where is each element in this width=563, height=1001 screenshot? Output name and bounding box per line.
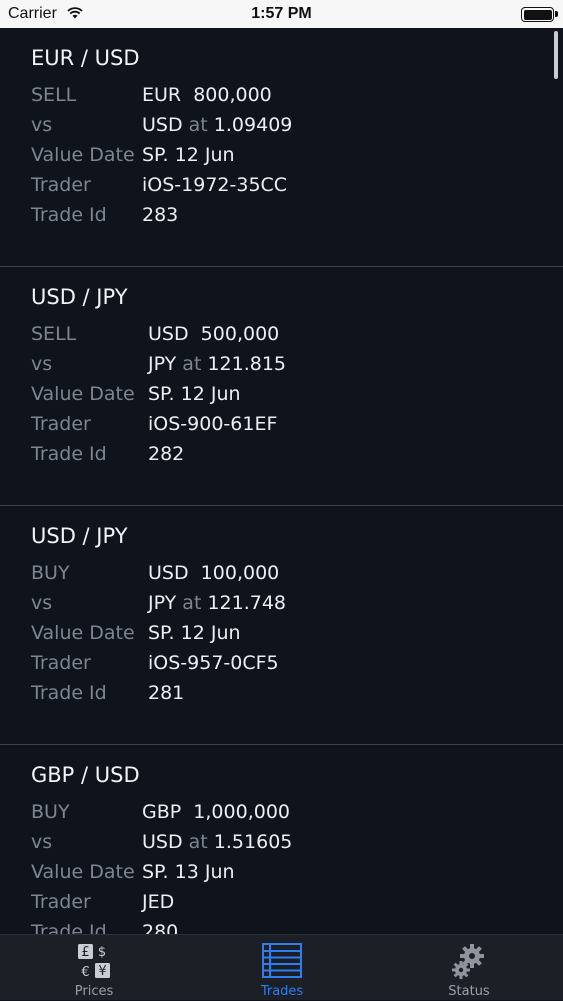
at-label: at xyxy=(182,592,202,614)
trade-card[interactable]: USD / JPY BUY USD 100,000 vs JPY at 121.74… xyxy=(0,506,563,745)
trade-card[interactable]: GBP / USD BUY GBP 1,000,000 vs USD at 1.51… xyxy=(0,745,563,934)
currency-icon: £ $ € ¥ xyxy=(73,941,115,987)
trader-row: Trader iOS-900-61EF xyxy=(31,413,531,443)
tab-status[interactable]: Status xyxy=(375,935,563,1001)
trader-row: Trader JED xyxy=(31,891,531,921)
value-date-label: Value Date xyxy=(31,622,135,644)
trade-id-label: Trade Id xyxy=(31,921,107,934)
currency-pair: USD / JPY xyxy=(31,524,128,548)
vs-label: vs xyxy=(31,353,53,375)
counter-currency: USD xyxy=(142,114,183,136)
side-row: SELL USD 500,000 xyxy=(31,323,531,353)
trader-row: Trader iOS-1972-35CC xyxy=(31,174,531,204)
value-date-label: Value Date xyxy=(31,861,135,883)
vs-row: vs JPY at 121.748 xyxy=(31,592,531,622)
vs-label: vs xyxy=(31,592,53,614)
trade-side: BUY xyxy=(31,801,70,823)
vs-row: vs USD at 1.51605 xyxy=(31,831,531,861)
counter-currency: JPY xyxy=(148,592,177,614)
trader: JED xyxy=(142,891,175,913)
trade-id-label: Trade Id xyxy=(31,682,107,704)
value-date: SP. 12 Jun xyxy=(148,622,241,644)
trader-label: Trader xyxy=(31,652,91,674)
gears-icon xyxy=(448,941,490,987)
svg-text:€: € xyxy=(81,965,89,980)
trade-rate: 1.09409 xyxy=(213,114,293,136)
at-label: at xyxy=(188,114,208,136)
trade-id-label: Trade Id xyxy=(31,204,107,226)
trader-label: Trader xyxy=(31,891,91,913)
trader: iOS-957-0CF5 xyxy=(148,652,279,674)
status-bar: Carrier 1:57 PM xyxy=(0,0,563,28)
value-date-label: Value Date xyxy=(31,144,135,166)
trade-card[interactable]: EUR / USD SELL EUR 800,000 vs USD at 1.094… xyxy=(0,28,563,267)
side-row: BUY GBP 1,000,000 xyxy=(31,801,531,831)
trade-id-row: Trade Id 283 xyxy=(31,204,531,234)
vs-label: vs xyxy=(31,114,53,136)
at-label: at xyxy=(188,831,208,853)
value-date-row: Value Date SP. 13 Jun xyxy=(31,861,531,891)
trade-side: SELL xyxy=(31,323,77,345)
trader-label: Trader xyxy=(31,413,91,435)
value-date: SP. 12 Jun xyxy=(148,383,241,405)
vs-label: vs xyxy=(31,831,53,853)
trade-id: 281 xyxy=(148,682,185,704)
trade-list[interactable]: EUR / USD SELL EUR 800,000 vs USD at 1.094… xyxy=(0,28,563,934)
currency-pair: EUR / USD xyxy=(31,46,140,70)
trade-amount: GBP 1,000,000 xyxy=(142,801,290,823)
at-label: at xyxy=(182,353,202,375)
value-date: SP. 12 Jun xyxy=(142,144,235,166)
trade-id: 282 xyxy=(148,443,185,465)
trader: iOS-1972-35CC xyxy=(142,174,288,196)
value-date-row: Value Date SP. 12 Jun xyxy=(31,144,531,174)
tab-trades[interactable]: Trades xyxy=(188,935,376,1001)
trade-id-row: Trade Id 282 xyxy=(31,443,531,473)
value-date: SP. 13 Jun xyxy=(142,861,235,883)
value-date-label: Value Date xyxy=(31,383,135,405)
trade-amount: USD 500,000 xyxy=(148,323,280,345)
trade-side: BUY xyxy=(31,562,70,584)
tab-label: Trades xyxy=(260,984,304,999)
vs-row: vs JPY at 121.815 xyxy=(31,353,531,383)
trader-label: Trader xyxy=(31,174,91,196)
trader-row: Trader iOS-957-0CF5 xyxy=(31,652,531,682)
clock: 1:57 PM xyxy=(251,5,312,22)
tab-bar: £ $ € ¥ Prices Trades Status xyxy=(0,934,563,1000)
trade-amount: EUR 800,000 xyxy=(142,84,272,106)
side-row: BUY USD 100,000 xyxy=(31,562,531,592)
trade-id-row: Trade Id 281 xyxy=(31,682,531,712)
counter-currency: USD xyxy=(142,831,183,853)
battery-icon xyxy=(521,7,554,22)
trade-rate: 121.815 xyxy=(207,353,287,375)
currency-pair: USD / JPY xyxy=(31,285,128,309)
trade-card[interactable]: USD / JPY SELL USD 500,000 vs JPY at 121.8… xyxy=(0,267,563,506)
vs-row: vs USD at 1.09409 xyxy=(31,114,531,144)
trade-amount: USD 100,000 xyxy=(148,562,280,584)
currency-pair: GBP / USD xyxy=(31,763,140,787)
tab-prices[interactable]: £ $ € ¥ Prices xyxy=(0,935,188,1001)
side-row: SELL EUR 800,000 xyxy=(31,84,531,114)
trader: iOS-900-61EF xyxy=(148,413,278,435)
svg-text:$: $ xyxy=(98,945,106,960)
value-date-row: Value Date SP. 12 Jun xyxy=(31,622,531,652)
svg-text:¥: ¥ xyxy=(98,964,106,979)
counter-currency: JPY xyxy=(148,353,177,375)
svg-text:£: £ xyxy=(81,945,89,960)
tab-label: Status xyxy=(448,984,490,999)
trade-id: 283 xyxy=(142,204,179,226)
trade-side: SELL xyxy=(31,84,77,106)
list-icon xyxy=(261,941,303,987)
trade-rate: 1.51605 xyxy=(213,831,293,853)
trade-id: 280 xyxy=(142,921,179,934)
tab-label: Prices xyxy=(74,984,114,999)
trade-id-label: Trade Id xyxy=(31,443,107,465)
trade-id-row: Trade Id 280 xyxy=(31,921,531,934)
value-date-row: Value Date SP. 12 Jun xyxy=(31,383,531,413)
trade-rate: 121.748 xyxy=(207,592,287,614)
